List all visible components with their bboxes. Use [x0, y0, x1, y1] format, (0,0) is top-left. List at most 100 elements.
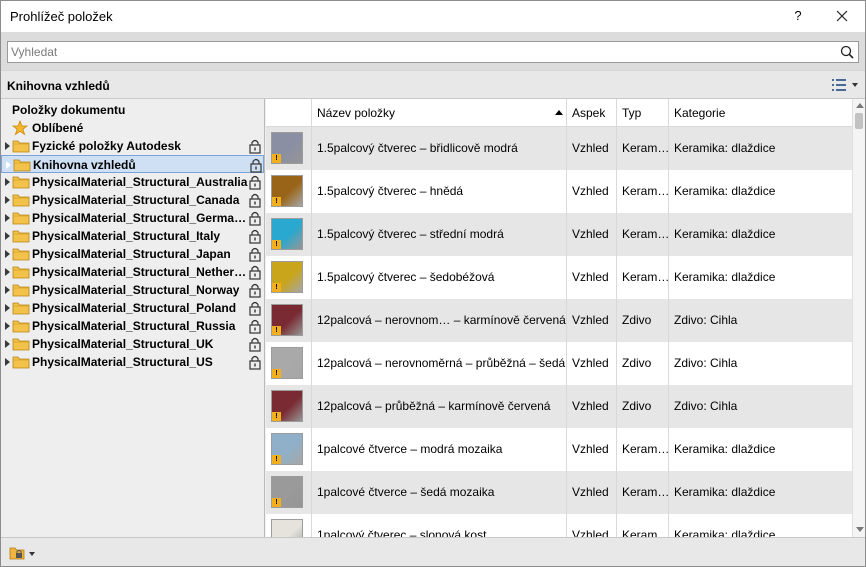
expand-arrow-icon[interactable]	[5, 232, 10, 240]
item-category-cell: Keramika: dlaždice	[674, 227, 776, 241]
item-type-cell: Zdivo	[617, 299, 669, 342]
table-row[interactable]: ! 12palcová – průběžná – karmínově červen…	[266, 385, 852, 428]
tree-item-label: PhysicalMaterial_Structural_Norway	[32, 283, 240, 297]
close-button[interactable]	[829, 5, 855, 27]
warning-icon: !	[272, 197, 281, 206]
column-header-aspect[interactable]: Aspek	[567, 99, 617, 127]
item-aspect-cell: Vzhled	[567, 256, 617, 299]
lock-icon	[249, 355, 261, 370]
items-grid: Název položky Aspek Typ Kategorie ! 1.5pa…	[266, 99, 865, 537]
item-name-cell: 12palcová – průběžná – karmínově červená	[312, 385, 567, 428]
tree-item-label: PhysicalMaterial_Structural_Russia	[32, 319, 236, 333]
tree-item[interactable]: PhysicalMaterial_Structural_US	[1, 353, 264, 371]
item-name-cell: 12palcová – nerovnom… – karmínově červen…	[312, 299, 567, 342]
folder-icon	[13, 159, 31, 172]
expand-arrow-icon[interactable]	[5, 358, 10, 366]
thumbnail-cell: !	[266, 385, 312, 428]
tree-item[interactable]: PhysicalMaterial_Structural_Norway	[1, 281, 264, 299]
tree-item[interactable]: PhysicalMaterial_Structural_Italy	[1, 227, 264, 245]
thumbnail-cell: !	[266, 299, 312, 342]
scroll-down-icon[interactable]	[856, 527, 864, 532]
footer-bar	[1, 537, 865, 566]
expand-arrow-icon[interactable]	[5, 340, 10, 348]
warning-icon: !	[272, 498, 281, 507]
scrollbar-thumb[interactable]	[855, 113, 863, 129]
thumbnail-cell: !	[266, 256, 312, 299]
tree-item[interactable]: PhysicalMaterial_Structural_Germany	[1, 209, 264, 227]
table-row[interactable]: ! 1.5palcový čtverec – šedobéžová Vzhled Ke…	[266, 256, 852, 299]
table-row[interactable]: ! 1.5palcový čtverec – břidlicově modrá Vz…	[266, 127, 852, 170]
item-type-cell: Zdivo	[617, 385, 669, 428]
lock-icon	[250, 158, 262, 173]
lock-icon	[249, 175, 261, 190]
tree-item[interactable]: PhysicalMaterial_Structural_Canada	[1, 191, 264, 209]
view-options-button[interactable]	[831, 77, 861, 93]
table-row[interactable]: ! 1.5palcový čtverec – střední modrá Vzhle…	[266, 213, 852, 256]
tree-item[interactable]: PhysicalMaterial_Structural_Poland	[1, 299, 264, 317]
table-row[interactable]: !1palcový čtverec – slonová kostVzhledKe…	[266, 514, 852, 537]
column-header-type[interactable]: Typ	[617, 99, 669, 127]
tree-item[interactable]: PhysicalMaterial_Structural_Netherla…	[1, 263, 264, 281]
expand-arrow-icon[interactable]	[5, 268, 10, 276]
favorites-label: Oblíbené	[32, 121, 84, 135]
thumbnail-cell: !	[266, 514, 312, 537]
search-button[interactable]	[839, 44, 855, 60]
close-icon	[836, 10, 848, 22]
scroll-up-icon[interactable]	[856, 103, 864, 108]
item-name-cell: 1.5palcový čtverec – šedobéžová	[312, 256, 567, 299]
column-header-category[interactable]: Kategorie	[669, 99, 852, 127]
item-type-cell: Keram…	[617, 213, 669, 256]
folder-icon	[12, 230, 30, 243]
tree-header-document-items[interactable]: Položky dokumentu	[12, 103, 125, 117]
lock-icon	[249, 247, 261, 262]
table-row[interactable]: ! 1.5palcový čtverec – hnědá Vzhled Keram… K…	[266, 170, 852, 213]
item-category-cell: Keramika: dlaždice	[674, 528, 776, 537]
table-row[interactable]: ! 1palcové čtverce – šedá mozaika Vzhled Ke…	[266, 471, 852, 514]
item-aspect-cell: Vzhled	[567, 428, 617, 471]
material-thumbnail: !	[271, 519, 303, 537]
expand-arrow-icon[interactable]	[6, 161, 11, 169]
sort-ascending-icon	[555, 110, 563, 115]
expand-arrow-icon[interactable]	[5, 214, 10, 222]
item-name-cell: 1palcový čtverec – slonová kost	[312, 514, 567, 537]
table-row[interactable]: ! 12palcová – nerovnoměrná – průběžná – š…	[266, 342, 852, 385]
material-thumbnail: !	[271, 433, 303, 465]
item-name-cell: 1palcové čtverce – modrá mozaika	[312, 428, 567, 471]
item-category-cell: Keramika: dlaždice	[674, 184, 776, 198]
expand-arrow-icon[interactable]	[5, 304, 10, 312]
item-aspect-cell: Vzhled	[567, 170, 617, 213]
manage-library-button[interactable]	[9, 545, 37, 561]
tree-item-label: PhysicalMaterial_Structural_UK	[32, 337, 214, 351]
tree-item[interactable]: PhysicalMaterial_Structural_UK	[1, 335, 264, 353]
window-title: Prohlížeč položek	[10, 9, 113, 24]
library-header: Knihovna vzhledů	[1, 70, 865, 99]
folder-icon	[12, 176, 30, 189]
help-button[interactable]: ?	[785, 5, 811, 27]
tree-item[interactable]: PhysicalMaterial_Structural_Japan	[1, 245, 264, 263]
table-row[interactable]: ! 1palcové čtverce – modrá mozaika Vzhled K…	[266, 428, 852, 471]
lock-icon	[249, 229, 261, 244]
library-title: Knihovna vzhledů	[7, 79, 110, 93]
expand-arrow-icon[interactable]	[5, 286, 10, 294]
tree-item[interactable]: PhysicalMaterial_Structural_Australia	[1, 173, 264, 191]
tree-item-label: PhysicalMaterial_Structural_Japan	[32, 247, 231, 261]
expand-arrow-icon[interactable]	[5, 142, 10, 150]
tree-item[interactable]: PhysicalMaterial_Structural_Russia	[1, 317, 264, 335]
item-aspect-cell: Vzhled	[567, 127, 617, 170]
table-row[interactable]: ! 12palcová – nerovnom… – karmínově červe…	[266, 299, 852, 342]
item-category-cell: Zdivo: Cihla	[674, 356, 738, 370]
column-header-name[interactable]: Název položky	[312, 99, 567, 127]
expand-arrow-icon[interactable]	[5, 322, 10, 330]
expand-arrow-icon[interactable]	[5, 196, 10, 204]
material-thumbnail: !	[271, 175, 303, 207]
vertical-scrollbar[interactable]	[852, 99, 865, 537]
material-thumbnail: !	[271, 347, 303, 379]
tree-item[interactable]: Fyzické položky Autodesk	[1, 137, 264, 155]
tree-item[interactable]: Knihovna vzhledů	[1, 155, 264, 173]
item-type-cell: Keram…	[617, 170, 669, 213]
item-name-cell: 12palcová – nerovnoměrná – průběžná – še…	[312, 342, 567, 385]
item-category-cell: Keramika: dlaždice	[674, 485, 776, 499]
search-input[interactable]	[11, 44, 831, 60]
expand-arrow-icon[interactable]	[5, 250, 10, 258]
expand-arrow-icon[interactable]	[5, 178, 10, 186]
